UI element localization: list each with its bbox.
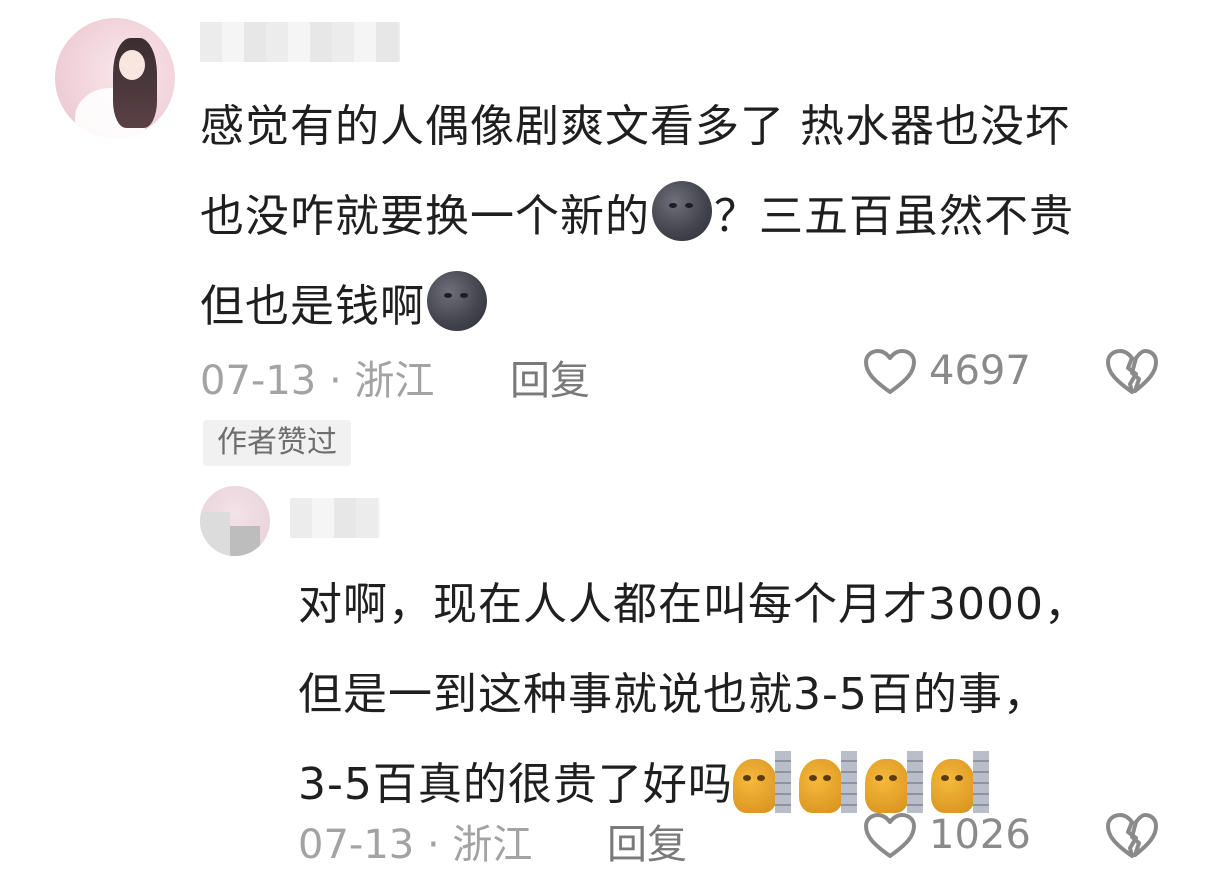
author-liked-badge: 作者赞过 xyxy=(203,420,351,466)
reply-date-location: 07-13 · 浙江 xyxy=(298,822,533,868)
like-count: 1026 xyxy=(929,812,1031,858)
reply-text: 对啊，现在人人都在叫每个月才3000， 但是一到这种事就说也就3-5百的事， 3… xyxy=(298,560,1089,830)
avatar-image xyxy=(200,512,230,556)
broken-heart-icon[interactable] xyxy=(1105,812,1159,860)
cat-behind-wall-icon xyxy=(930,751,989,813)
comment-line: 但也是钱啊 xyxy=(200,262,1074,352)
cat-behind-wall-icon xyxy=(798,751,857,813)
avatar-image xyxy=(119,50,145,80)
like-count: 4697 xyxy=(929,348,1031,394)
username-blurred[interactable] xyxy=(290,498,380,538)
avatar[interactable] xyxy=(55,18,175,138)
reply-line: 但是一到这种事就说也就3-5百的事， xyxy=(298,669,1048,720)
avatar[interactable] xyxy=(200,486,270,556)
reply-button[interactable]: 回复 xyxy=(510,348,590,406)
heart-icon[interactable] xyxy=(863,348,917,396)
new-moon-face-icon xyxy=(652,181,712,241)
cat-behind-wall-icon xyxy=(864,751,923,813)
comment-text: 感觉有的人偶像剧爽文看多了 热水器也没坏 也没咋就要换一个新的 ？三五百虽然不贵 … xyxy=(200,82,1074,352)
comment-line: 也没咋就要换一个新的 ？三五百虽然不贵 xyxy=(200,172,1074,262)
avatar-image xyxy=(230,526,260,556)
new-moon-face-icon xyxy=(427,271,487,331)
comment-date-location: 07-13 · 浙江 xyxy=(200,358,435,404)
username-blurred[interactable] xyxy=(200,22,400,62)
reply-line: 对啊，现在人人都在叫每个月才3000， xyxy=(298,579,1089,630)
comment-line: 感觉有的人偶像剧爽文看多了 热水器也没坏 xyxy=(200,101,1070,152)
cat-behind-wall-icon xyxy=(732,751,791,813)
broken-heart-icon[interactable] xyxy=(1105,348,1159,396)
reply-button[interactable]: 回复 xyxy=(607,812,687,870)
heart-icon[interactable] xyxy=(863,812,917,860)
